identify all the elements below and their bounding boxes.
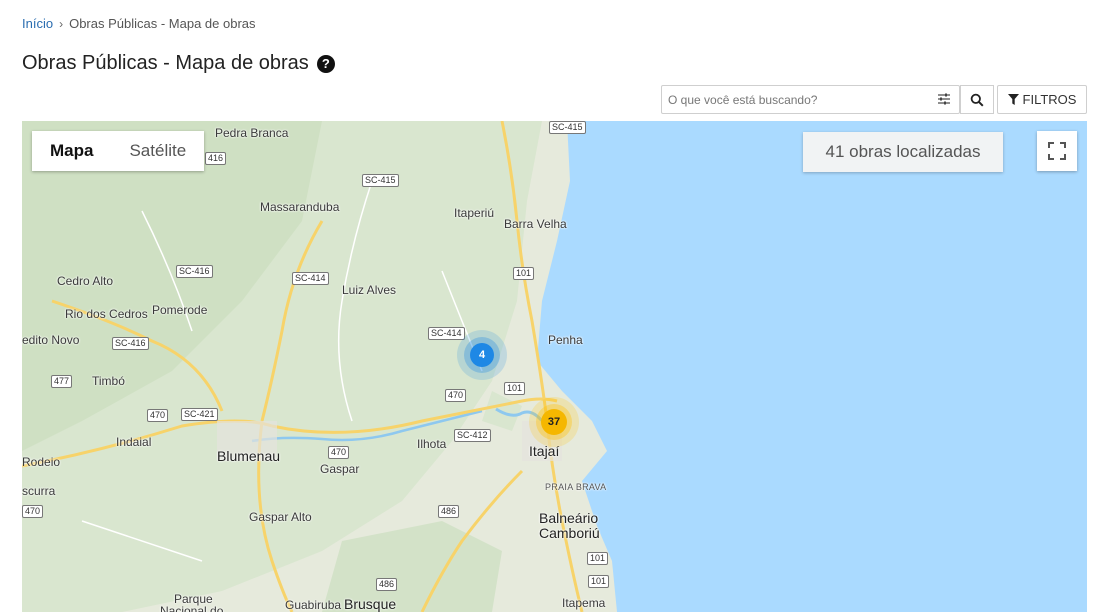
place-label: Brusque [344, 596, 397, 612]
search-button[interactable] [960, 85, 994, 114]
road-shield: 486 [438, 505, 460, 518]
road-shield: SC-415 [549, 121, 586, 134]
breadcrumb-current: Obras Públicas - Mapa de obras [69, 16, 256, 31]
road-shield: 101 [587, 552, 609, 565]
map-type-satellite-button[interactable]: Satélite [111, 131, 204, 171]
place-label: Blumenau [217, 448, 281, 464]
road-shield: SC-421 [181, 408, 218, 421]
road-shield: 470 [147, 409, 169, 422]
place-label: Timbó [92, 374, 125, 388]
road-shield: 101 [513, 267, 535, 280]
place-label: Pomerode [152, 303, 208, 317]
place-label: Itaperiú [454, 206, 495, 220]
map-view[interactable]: Pedra Branca Massaranduba Itaperiú Barra… [22, 121, 1087, 612]
breadcrumb: Início › Obras Públicas - Mapa de obras [22, 16, 256, 31]
place-label: Rodeio [22, 455, 61, 469]
road-shield: 470 [22, 505, 44, 518]
search-input[interactable] [662, 86, 934, 113]
road-shield: SC-416 [176, 265, 213, 278]
place-label: PRAIA BRAVA [545, 482, 607, 492]
map-type-control: Mapa Satélite [32, 131, 205, 171]
place-label: Gaspar [320, 462, 360, 476]
place-label: Massaranduba [260, 200, 340, 214]
tune-icon[interactable] [937, 92, 951, 106]
search-icon [970, 93, 984, 107]
place-label: Rio dos Cedros [65, 307, 148, 321]
search-box [661, 85, 960, 114]
help-icon[interactable]: ? [316, 54, 335, 73]
breadcrumb-home-link[interactable]: Início [22, 16, 53, 31]
cluster-marker-yellow[interactable]: 37 [529, 397, 579, 447]
cluster-count: 4 [470, 343, 494, 367]
place-label: Cedro Alto [57, 274, 114, 288]
place-label: Penha [548, 333, 583, 347]
place-label: Indaial [116, 435, 152, 449]
chevron-right-icon: › [59, 16, 64, 31]
place-label: Gaspar Alto [249, 510, 312, 524]
cluster-marker-blue[interactable]: 4 [457, 330, 507, 380]
road-shield: 101 [504, 382, 526, 395]
cluster-ring: 4 [464, 337, 500, 373]
place-label: Pedra Branca [215, 126, 289, 140]
road-shield: SC-412 [454, 429, 491, 442]
results-count-badge: 41 obras localizadas [803, 132, 1003, 172]
road-shield: 470 [445, 389, 467, 402]
map-type-map-button[interactable]: Mapa [32, 131, 111, 171]
place-label: edito Novo [22, 333, 80, 347]
fullscreen-icon [1048, 142, 1066, 160]
road-shield: SC-414 [292, 272, 329, 285]
cluster-ring: 37 [536, 404, 572, 440]
page-title-row: Obras Públicas - Mapa de obras ? [22, 52, 335, 75]
page-title: Obras Públicas - Mapa de obras [22, 52, 309, 74]
place-label: Guabiruba [285, 598, 342, 612]
filters-button-label: FILTROS [1022, 92, 1077, 107]
place-label: Ilhota [417, 437, 447, 451]
cluster-count: 37 [541, 409, 567, 435]
road-shield: 101 [588, 575, 610, 588]
place-label: scurra [22, 484, 56, 498]
place-label: Luiz Alves [342, 283, 397, 297]
road-shield: SC-414 [428, 327, 465, 340]
road-shield: 470 [328, 446, 350, 459]
filter-icon [1007, 94, 1019, 105]
road-shield: 416 [205, 152, 227, 165]
filters-button[interactable]: FILTROS [997, 85, 1087, 114]
place-label: Nacional do [160, 604, 224, 612]
place-label: Barra Velha [504, 217, 567, 231]
road-shield: SC-416 [112, 337, 149, 350]
place-label: Camboriú [539, 525, 600, 541]
place-label: Balneário [539, 510, 599, 526]
road-shield: 486 [376, 578, 398, 591]
road-shield: 477 [51, 375, 73, 388]
fullscreen-button[interactable] [1037, 131, 1077, 171]
road-shield: SC-415 [362, 174, 399, 187]
place-label: Itapema [562, 596, 606, 610]
